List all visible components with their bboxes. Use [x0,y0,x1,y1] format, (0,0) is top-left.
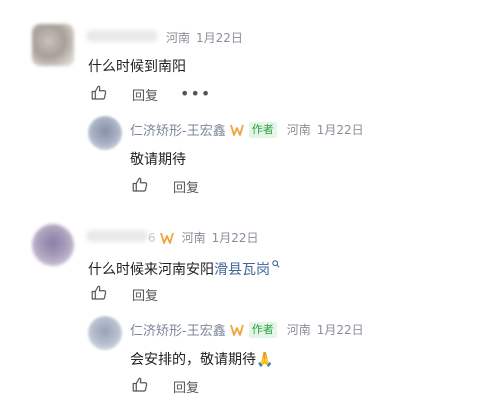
commenter-avatar[interactable] [32,224,74,266]
commenter-avatar[interactable] [32,24,74,66]
reply-button[interactable]: 回复 [132,85,158,104]
reply-text: 会安排的，敬请期待🙏 [130,352,274,368]
reply-header: 仁济矫形-王宏鑫 作者 河南 1月22日 [130,320,364,339]
commenter-name-blurred[interactable] [86,30,158,42]
commenter-name-fragment: 6 [148,230,156,245]
creator-w-icon [159,232,174,244]
author-avatar[interactable] [88,316,122,350]
comment-actions: 回复 ••• [90,84,211,104]
reply-date: 1月22日 [316,123,364,137]
creator-w-icon [229,124,244,136]
comment-text-plain: 什么时候来河南安阳 [88,262,214,278]
reply-text: 敬请期待 [130,152,186,168]
comment-date: 1月22日 [211,231,259,245]
search-icon[interactable] [272,256,280,268]
comment-text: 什么时候到南阳 [88,59,186,75]
reply-button[interactable]: 回复 [132,285,158,304]
comment-actions: 回复 [90,284,158,304]
comment-meta: 6 河南 1月22日 [148,229,259,246]
reply-actions: 回复 [131,376,199,396]
comment-ip: 河南 [181,231,206,245]
more-options-button[interactable]: ••• [180,86,211,102]
comment-date: 1月22日 [196,31,243,45]
reply-button[interactable]: 回复 [173,377,199,396]
author-name[interactable]: 仁济矫形-王宏鑫 [130,320,226,339]
creator-w-icon [229,324,244,336]
like-icon[interactable] [90,84,110,104]
comment-text: 什么时候来河南安阳滑县瓦岗 [88,256,280,279]
commenter-name-blurred[interactable] [86,230,148,242]
author-avatar[interactable] [88,116,122,150]
like-icon[interactable] [131,176,151,196]
author-name[interactable]: 仁济矫形-王宏鑫 [130,120,226,139]
comment-meta: 河南 1月22日 [166,29,243,46]
reply-date: 1月22日 [316,323,364,337]
reply-header: 仁济矫形-王宏鑫 作者 河南 1月22日 [130,120,364,139]
reply-actions: 回复 [131,176,199,196]
reply-ip: 河南 [286,123,311,137]
comment-ip: 河南 [166,31,191,45]
like-icon[interactable] [90,284,110,304]
author-badge: 作者 [248,321,277,338]
reply-button[interactable]: 回复 [173,177,199,196]
search-highlight-link[interactable]: 滑县瓦岗 [214,262,270,278]
reply-ip: 河南 [286,323,311,337]
like-icon[interactable] [131,376,151,396]
author-badge: 作者 [248,121,277,138]
